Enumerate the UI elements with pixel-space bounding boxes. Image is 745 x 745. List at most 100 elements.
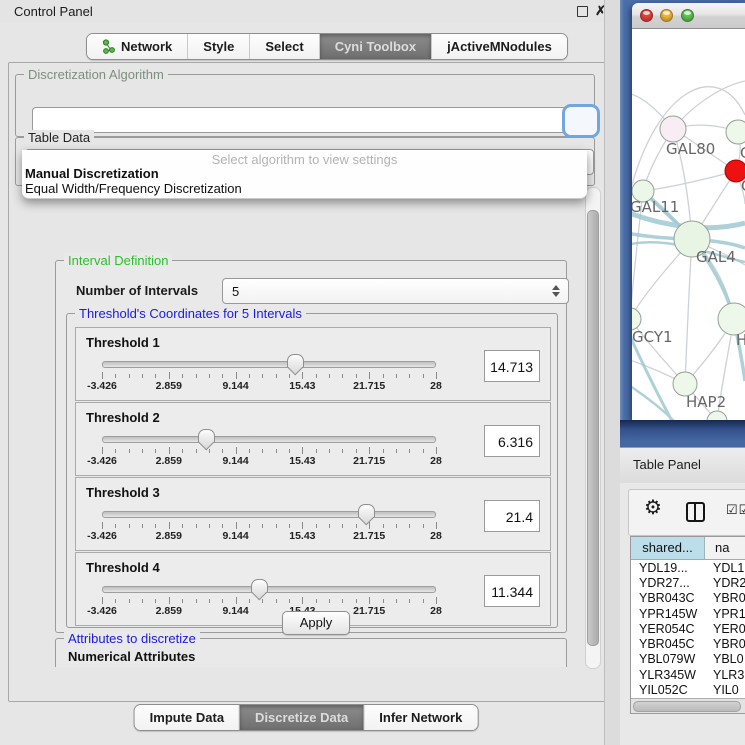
threshold-slider[interactable]: -3.4262.8599.14415.4321.71528 [102,328,436,400]
table-cell: YPR1 [705,607,745,621]
minimize-traffic-light-icon[interactable] [660,9,673,22]
group-title: Interval Definition [64,253,172,268]
tab-impute-data[interactable]: Impute Data [135,705,240,730]
network-node[interactable] [660,116,686,142]
tick-label: 2.859 [156,530,182,542]
tick-mark [383,449,384,453]
table-row[interactable]: YPR145WYPR1 [631,606,745,621]
table-header-row: shared... na [631,537,745,560]
tick-mark [102,372,103,379]
slider-thumb[interactable] [251,579,268,592]
network-canvas[interactable]: GAL80GACGAL11GAL4GCY1HHAP2 [632,29,745,421]
tick-mark [342,374,343,378]
slider-track[interactable] [102,511,436,518]
tick-mark [262,449,263,453]
table-cell: YBR0 [705,591,745,605]
tick-label: -3.426 [87,380,117,392]
tick-mark [142,524,143,528]
tick-mark [155,599,156,603]
tick-mark [262,524,263,528]
tick-mark [209,449,210,453]
threshold-value-box[interactable]: 6.316 [484,425,540,457]
tick-label: 28 [430,605,442,617]
column-layout-icon[interactable] [686,502,705,522]
tick-mark [182,599,183,603]
tab-discretize-data[interactable]: Discretize Data [240,705,364,730]
tick-mark [369,372,370,379]
tick-mark [436,597,437,604]
table-row[interactable]: YIL052CYIL0 [631,682,745,697]
tab-select[interactable]: Select [250,34,319,59]
table-row[interactable]: YBL079WYBL0 [631,652,745,667]
slider-thumb[interactable] [198,429,215,442]
network-node[interactable] [726,120,745,144]
table-row[interactable]: YER054CYER0 [631,621,745,636]
popup-option-equal-width[interactable]: Equal Width/Frequency Discretization [25,181,242,196]
tick-label: 15.43 [289,455,315,467]
close-traffic-light-icon[interactable] [640,9,653,22]
tab-label: Discretize Data [255,710,348,725]
slider-track[interactable] [102,361,436,368]
tick-mark [329,374,330,378]
table-row[interactable]: YBR043CYBR0 [631,591,745,606]
scrollbar-thumb[interactable] [587,210,599,646]
threshold-value-box[interactable]: 11.344 [484,575,540,607]
tab-cyni-toolbox[interactable]: Cyni Toolbox [320,34,432,59]
tick-mark [409,374,410,378]
table-row[interactable]: YDL19...YDL1 [631,560,745,575]
number-of-intervals-combobox[interactable]: 5 [222,278,569,304]
slider-thumb[interactable] [287,354,304,367]
table-row[interactable]: YBR045CYBR0 [631,636,745,651]
gear-icon[interactable]: ⚙ [644,498,662,518]
tab-label: jActiveMNodules [447,39,552,54]
cyni-toolbox-panel: Discretization Algorithm Table Data galF… [8,62,606,702]
tab-style[interactable]: Style [188,34,250,59]
tab-label: Network [121,39,172,54]
node-attribute-table[interactable]: shared... na YDL19...YDL1YDR27...YDR2YBR… [630,536,745,714]
column-header-shared[interactable]: shared... [631,537,705,560]
combobox-focus-ring[interactable] [562,104,600,138]
tick-mark [316,599,317,603]
tab-network[interactable]: Network [87,34,188,59]
tick-mark [155,374,156,378]
tick-label: 9.144 [222,455,248,467]
threshold-slider[interactable]: -3.4262.8599.14415.4321.71528 [102,478,436,550]
scrollbar-thumb[interactable] [633,701,741,712]
tick-mark [409,524,410,528]
tick-mark [302,447,303,454]
tab-jactivemnodules[interactable]: jActiveMNodules [432,34,567,59]
tick-mark [129,374,130,378]
column-header-name[interactable]: na [705,537,745,560]
network-view-window[interactable]: GAL80GACGAL11GAL4GCY1HHAP2 [632,3,745,420]
threshold-slider[interactable]: -3.4262.8599.14415.4321.71528 [102,403,436,475]
apply-button[interactable]: Apply [282,611,350,635]
network-node[interactable] [632,308,641,330]
main-scrollbar[interactable] [585,187,601,669]
panel-divider[interactable] [604,0,621,745]
slider-track[interactable] [102,436,436,443]
tick-mark [409,449,410,453]
tick-mark [409,599,410,603]
network-window-titlebar[interactable] [632,3,745,29]
tab-infer-network[interactable]: Infer Network [364,705,477,730]
threshold-value-box[interactable]: 21.4 [484,500,540,532]
tick-label: -3.426 [87,455,117,467]
table-cell: YLR345W [631,668,705,682]
slider-track[interactable] [102,586,436,593]
algorithm-combobox[interactable] [32,107,592,133]
threshold-slider[interactable]: -3.4262.8599.14415.4321.71528 [102,553,436,625]
tick-mark [236,522,237,529]
table-row[interactable]: YDR27...YDR2 [631,575,745,590]
tick-mark [356,449,357,453]
popup-option-manual-discretization[interactable]: Manual Discretization [25,166,159,181]
tab-label: Infer Network [379,710,462,725]
table-row[interactable]: YLR345WYLR3 [631,667,745,682]
network-node-label: GAL80 [666,140,715,158]
checkbox-icons[interactable]: ☑☑ [726,502,745,518]
threshold-value-box[interactable]: 14.713 [484,350,540,382]
zoom-traffic-light-icon[interactable] [681,9,694,22]
table-horizontal-scrollbar[interactable] [631,698,745,713]
float-window-icon[interactable] [577,6,588,17]
slider-thumb[interactable] [358,504,375,517]
network-view-desktop: GAL80GACGAL11GAL4GCY1HHAP2 [620,0,745,447]
